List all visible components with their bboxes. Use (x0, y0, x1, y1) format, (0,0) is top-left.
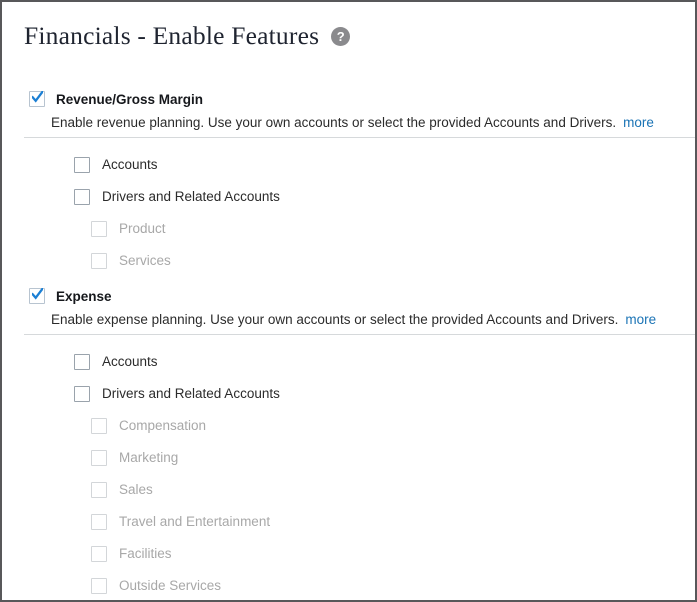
checkbox-expense-travel-and-entertainment (91, 514, 107, 530)
checkbox-revenue-accounts[interactable] (74, 157, 90, 173)
option-row-expense-outside-services: Outside Services (91, 577, 221, 595)
option-label-expense-facilities: Facilities (119, 546, 172, 561)
checkbox-revenue-drivers-and-related-accounts[interactable] (74, 189, 90, 205)
checkbox-revenue-product (91, 221, 107, 237)
option-label-expense-outside-services: Outside Services (119, 578, 222, 593)
option-row-expense-compensation: Compensation (91, 417, 206, 435)
feature-header-expense[interactable]: Expense (29, 287, 112, 305)
checkmark-icon (32, 91, 43, 104)
feature-description-revenue-gross-margin: Enable revenue planning. Use your own ac… (51, 114, 654, 132)
checkbox-expense-sales (91, 482, 107, 498)
option-row-revenue-drivers-and-related-accounts[interactable]: Drivers and Related Accounts (74, 188, 280, 206)
option-row-expense-marketing: Marketing (91, 449, 178, 467)
checkbox-expense-drivers-and-related-accounts[interactable] (74, 386, 90, 402)
option-row-expense-sales: Sales (91, 481, 153, 499)
option-label-revenue-services: Services (119, 253, 171, 268)
checkbox-expense[interactable] (29, 288, 45, 304)
option-label-expense-sales: Sales (119, 482, 153, 497)
option-row-revenue-accounts[interactable]: Accounts (74, 156, 158, 174)
option-row-revenue-product: Product (91, 220, 166, 238)
checkmark-icon (32, 288, 43, 301)
option-row-expense-travel-and-entertainment: Travel and Entertainment (91, 513, 270, 531)
page-title: Financials - Enable Features (24, 21, 320, 50)
option-row-expense-accounts[interactable]: Accounts (74, 353, 158, 371)
section-divider (24, 137, 695, 138)
option-label-expense-compensation: Compensation (119, 418, 207, 433)
option-label-revenue-drivers-and-related-accounts: Drivers and Related Accounts (102, 189, 280, 204)
feature-label-revenue-gross-margin: Revenue/Gross Margin (56, 91, 204, 107)
section-divider (24, 334, 695, 335)
feature-description-expense: Enable expense planning. Use your own ac… (51, 311, 656, 329)
checkbox-expense-compensation (91, 418, 107, 434)
description-text: Enable expense planning. Use your own ac… (51, 312, 619, 327)
option-label-expense-drivers-and-related-accounts: Drivers and Related Accounts (102, 386, 280, 401)
option-row-expense-drivers-and-related-accounts[interactable]: Drivers and Related Accounts (74, 385, 280, 403)
option-label-expense-travel-and-entertainment: Travel and Entertainment (119, 514, 271, 529)
option-label-revenue-accounts: Accounts (102, 157, 158, 172)
feature-header-revenue-gross-margin[interactable]: Revenue/Gross Margin (29, 90, 203, 108)
page-title-row: Financials - Enable Features ? (24, 19, 351, 53)
option-label-revenue-product: Product (119, 221, 166, 236)
option-label-expense-marketing: Marketing (119, 450, 179, 465)
option-label-expense-accounts: Accounts (102, 354, 158, 369)
checkbox-expense-accounts[interactable] (74, 354, 90, 370)
checkbox-expense-marketing (91, 450, 107, 466)
more-link-expense[interactable]: more (625, 312, 656, 327)
checkbox-expense-outside-services (91, 578, 107, 594)
description-text: Enable revenue planning. Use your own ac… (51, 115, 617, 130)
feature-label-expense: Expense (56, 288, 112, 304)
option-row-revenue-services: Services (91, 252, 171, 270)
option-row-expense-facilities: Facilities (91, 545, 172, 563)
help-question-icon[interactable]: ? (331, 26, 351, 46)
enable-features-panel: Financials - Enable Features ? Revenue/G… (0, 0, 697, 602)
checkbox-revenue-services (91, 253, 107, 269)
more-link-revenue-gross-margin[interactable]: more (623, 115, 654, 130)
checkbox-expense-facilities (91, 546, 107, 562)
checkbox-revenue-gross-margin[interactable] (29, 91, 45, 107)
